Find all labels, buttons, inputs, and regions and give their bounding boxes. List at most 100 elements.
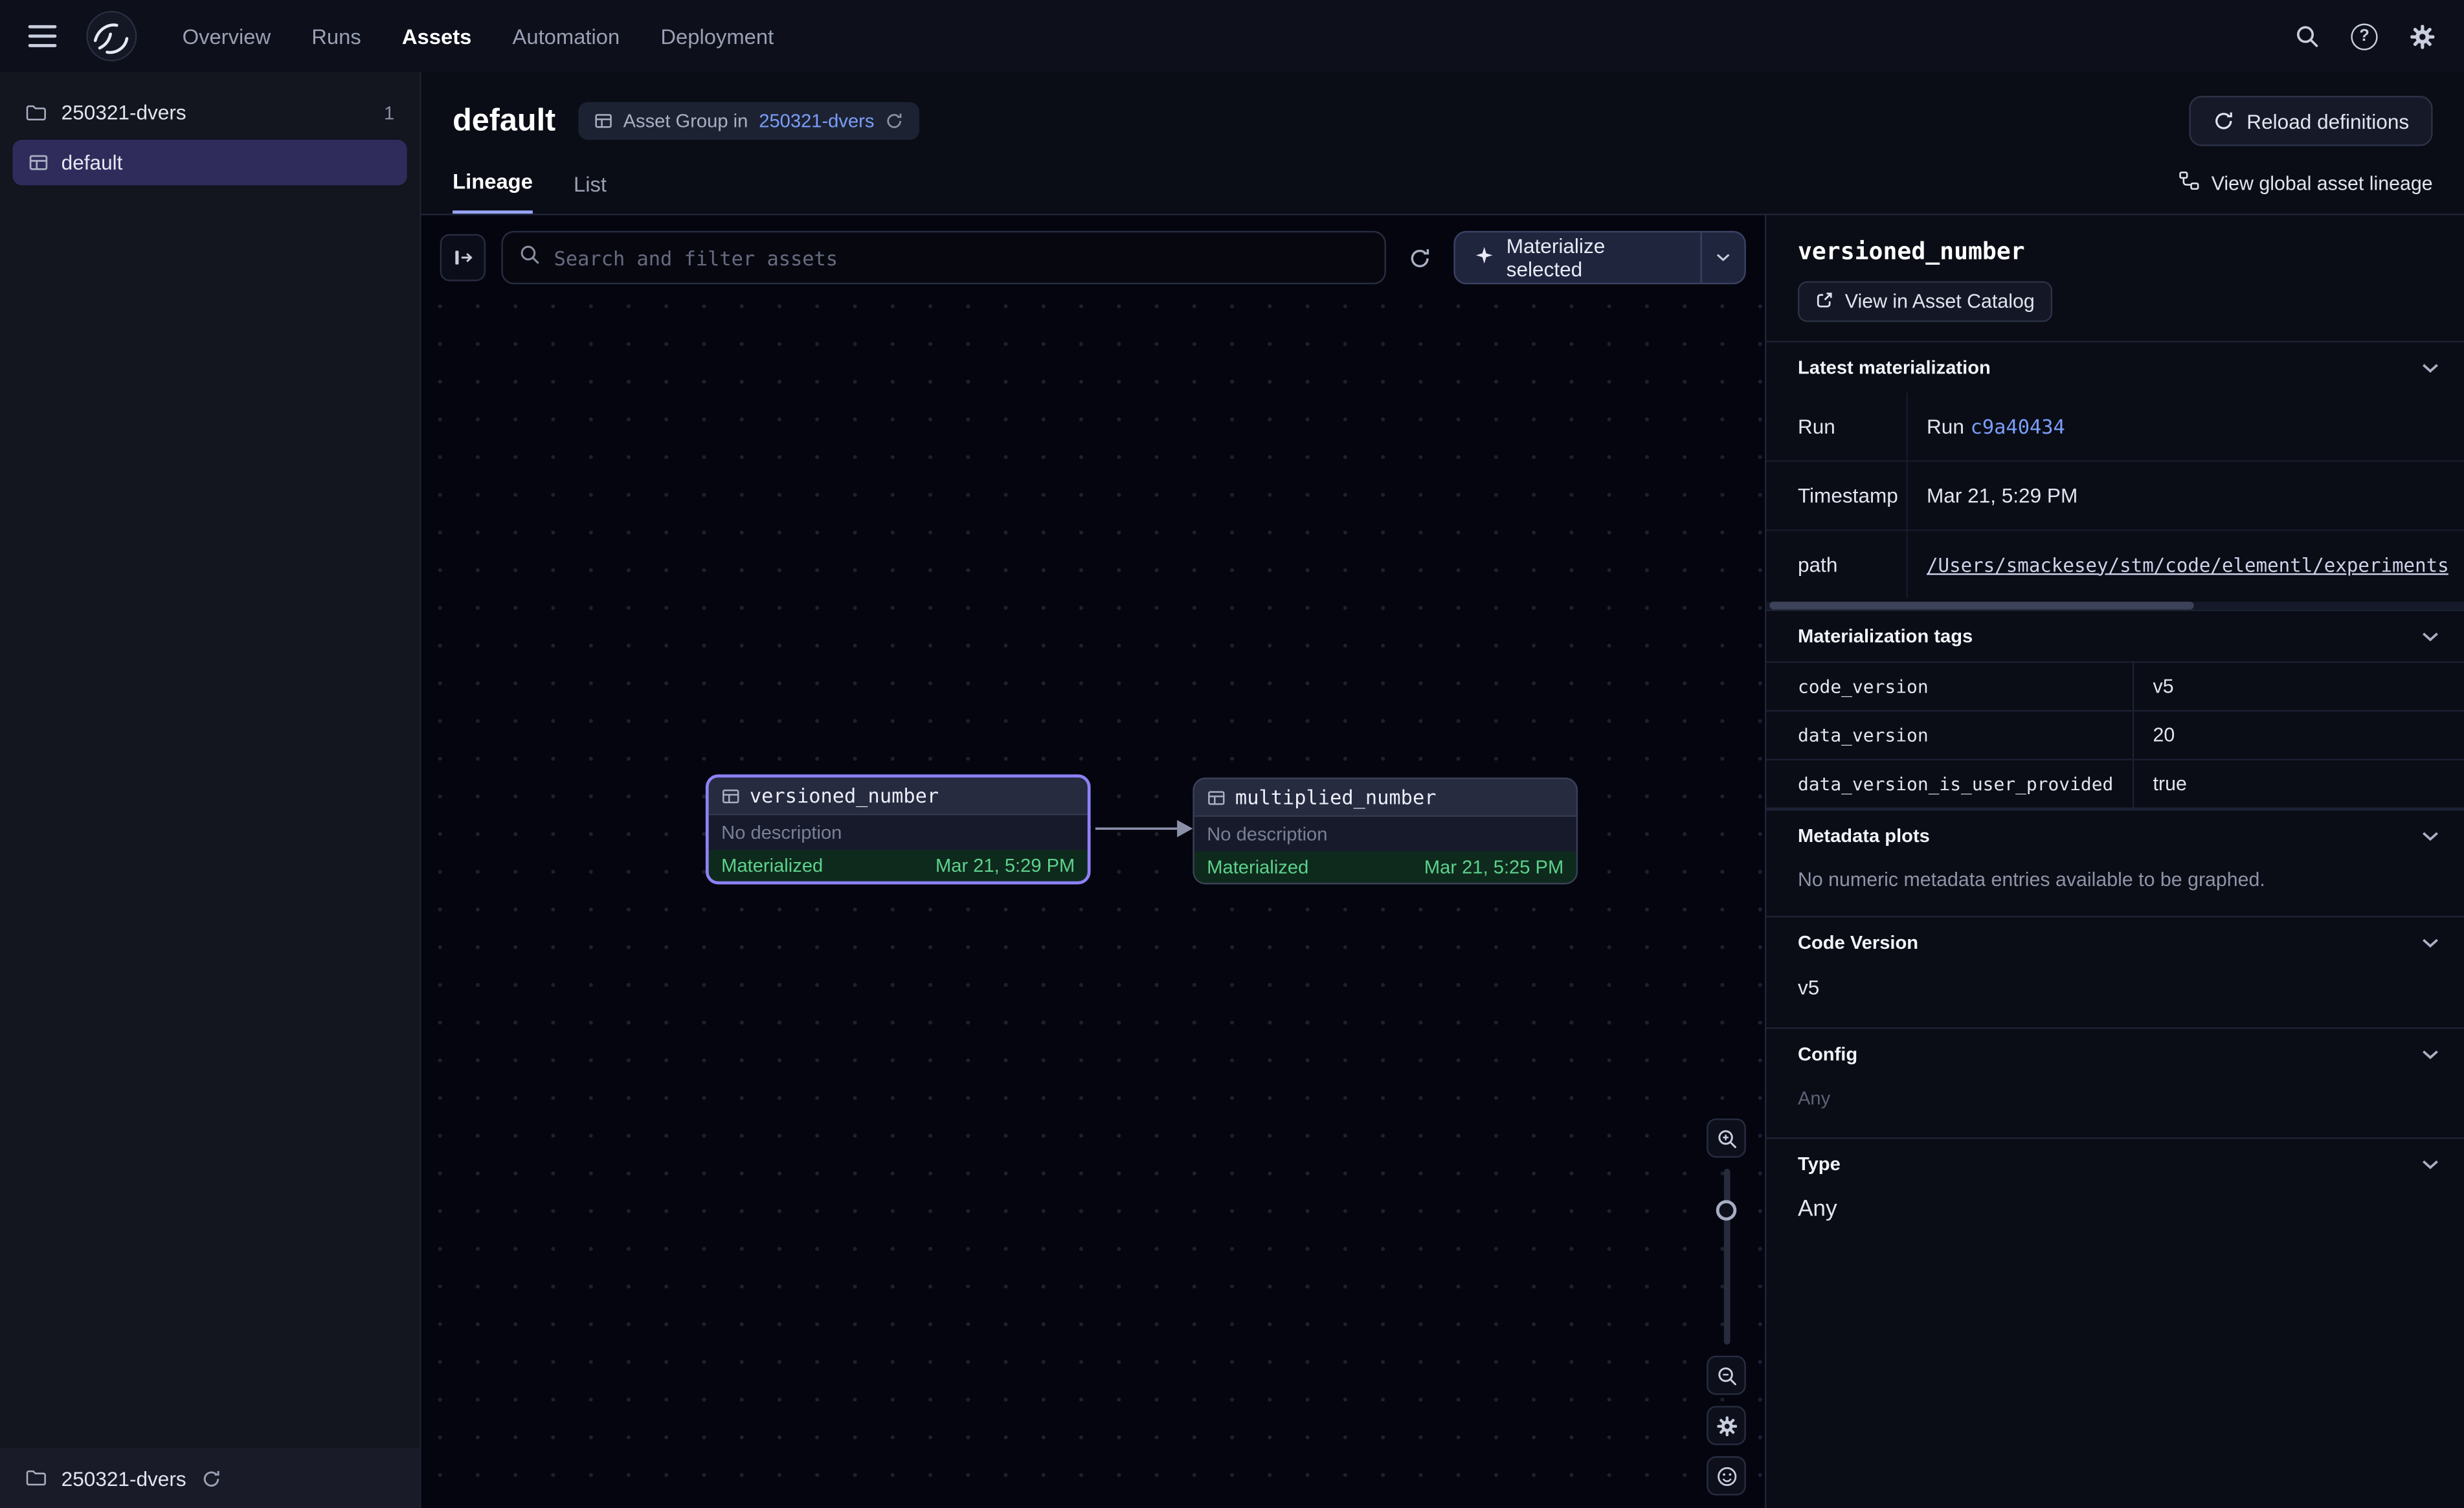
asset-table-icon (1207, 788, 1226, 806)
graph-settings-icon[interactable] (1707, 1406, 1746, 1445)
section-header-type[interactable]: Type (1766, 1139, 2464, 1190)
section-config: Config Any (1766, 1027, 2464, 1137)
sidebar-group-label: 250321-dvers (62, 100, 186, 124)
section-title: Latest materialization (1798, 357, 1991, 379)
metadata-plots-empty-message: No numeric metadata entries available to… (1766, 861, 2464, 916)
table-row: data_version_is_user_provided true (1766, 760, 2464, 809)
asset-node-multiplied-number[interactable]: multiplied_number No description Materia… (1193, 777, 1578, 884)
zoom-controls (1707, 1118, 1746, 1496)
nav-item-overview[interactable]: Overview (183, 25, 271, 48)
path-link[interactable]: /Users/smackesey/stm/code/elementl/exper… (1927, 554, 2448, 576)
top-nav-actions: ? (2294, 23, 2436, 49)
feedback-icon[interactable] (1707, 1456, 1746, 1496)
asset-status-badge: Materialized (1207, 856, 1308, 878)
help-icon[interactable]: ? (2351, 23, 2377, 49)
section-title: Type (1798, 1153, 1841, 1175)
section-header-latest-materialization[interactable]: Latest materialization (1766, 342, 2464, 393)
reload-definitions-label: Reload definitions (2246, 109, 2409, 133)
chevron-down-icon (2422, 1048, 2439, 1059)
folder-icon (25, 1467, 47, 1489)
latest-run-row: Run Run c9a40434 (1766, 393, 2464, 460)
tag-value: 20 (2134, 711, 2464, 759)
section-header-config[interactable]: Config (1766, 1029, 2464, 1080)
timestamp-value: Mar 21, 5:29 PM (1927, 484, 2078, 507)
lineage-icon (2178, 170, 2201, 196)
page-title: default (453, 103, 555, 139)
config-value: Any (1766, 1079, 2464, 1137)
hamburger-menu-icon[interactable] (28, 25, 57, 47)
asset-group-badge: Asset Group in 250321-dvers (577, 102, 920, 140)
search-input[interactable] (554, 246, 1368, 269)
materialize-selected-main[interactable]: Materialize selected (1455, 232, 1701, 283)
section-code-version: Code Version v5 (1766, 916, 2464, 1027)
dot-grid-background (421, 287, 1765, 1508)
sparkle-icon (1473, 245, 1494, 271)
asset-node-name: versioned_number (750, 784, 939, 807)
asset-search-box (502, 231, 1385, 285)
section-header-metadata-plots[interactable]: Metadata plots (1766, 810, 2464, 861)
horizontal-scrollbar-thumb[interactable] (1769, 602, 2193, 610)
zoom-slider-track (1723, 1169, 1730, 1345)
type-value: Any (1766, 1189, 2464, 1250)
graph-toolbar: Materialize selected (421, 216, 1765, 300)
row-label: Timestamp (1766, 462, 1907, 529)
folder-icon (25, 102, 47, 124)
chevron-down-icon (2422, 1159, 2439, 1170)
refresh-icon[interactable] (200, 1468, 221, 1489)
section-latest-materialization: Latest materialization Run Run c9a40434 (1766, 341, 2464, 610)
search-icon (519, 243, 541, 272)
sidebar-item-default[interactable]: default (12, 140, 407, 185)
horizontal-scrollbar (1766, 602, 2464, 610)
view-in-asset-catalog-button[interactable]: View in Asset Catalog (1798, 281, 2052, 322)
section-title: Code Version (1798, 931, 1918, 953)
dagster-logo[interactable] (85, 10, 139, 63)
code-location-footer: 250321-dvers (0, 1448, 420, 1508)
section-header-materialization-tags[interactable]: Materialization tags (1766, 611, 2464, 661)
chevron-down-icon (2422, 362, 2439, 373)
search-icon[interactable] (2294, 23, 2320, 49)
badge-prefix: Asset Group in (623, 110, 748, 132)
tag-key: code_version (1766, 663, 2134, 710)
nav-item-deployment[interactable]: Deployment (660, 25, 774, 48)
tag-value: true (2134, 760, 2464, 808)
tab-list[interactable]: List (574, 173, 607, 214)
sidebar-item-label: default (62, 151, 123, 174)
zoom-slider-handle[interactable] (1716, 1200, 1737, 1221)
expand-panel-icon[interactable] (440, 234, 487, 282)
section-title: Materialization tags (1798, 625, 1973, 647)
main-content: default Asset Group in 250321-dvers (421, 72, 2464, 1508)
top-nav: Overview Runs Assets Automation Deployme… (0, 0, 2464, 72)
refresh-graph-icon[interactable] (1401, 239, 1437, 276)
asset-group-icon (28, 152, 49, 173)
top-nav-links: Overview Runs Assets Automation Deployme… (183, 25, 774, 48)
asset-node-versioned-number[interactable]: versioned_number No description Material… (706, 775, 1091, 885)
refresh-icon[interactable] (885, 111, 904, 130)
row-label: path (1766, 531, 1907, 598)
nav-item-assets[interactable]: Assets (402, 25, 471, 48)
lineage-graph-canvas[interactable]: Materialize selected (421, 216, 1765, 1508)
badge-group-link[interactable]: 250321-dvers (759, 110, 874, 132)
code-location-label: 250321-dvers (62, 1467, 186, 1490)
sidebar-group-row[interactable]: 250321-dvers 1 (0, 88, 420, 137)
asset-details-panel: versioned_number View in Asset Catalog L… (1765, 216, 2464, 1508)
view-global-lineage-link[interactable]: View global asset lineage (2178, 170, 2433, 214)
section-metadata-plots: Metadata plots No numeric metadata entri… (1766, 809, 2464, 916)
asset-node-name: multiplied_number (1235, 786, 1437, 809)
nav-item-automation[interactable]: Automation (512, 25, 620, 48)
zoom-in-icon[interactable] (1707, 1118, 1746, 1158)
settings-icon[interactable] (2409, 23, 2436, 49)
asset-table-icon (721, 786, 740, 805)
materialize-selected-label: Materialize selected (1506, 234, 1682, 282)
latest-path-row: path /Users/smackesey/stm/code/elementl/… (1766, 529, 2464, 599)
asset-group-icon (593, 111, 612, 130)
section-header-code-version[interactable]: Code Version (1766, 917, 2464, 968)
tags-table: code_version v5 data_version 20 data_ver… (1766, 661, 2464, 809)
nav-item-runs[interactable]: Runs (311, 25, 361, 48)
materialize-options-caret[interactable] (1700, 232, 1744, 283)
run-id-link[interactable]: c9a40434 (1971, 415, 2065, 438)
chevron-down-icon (2422, 937, 2439, 948)
zoom-out-icon[interactable] (1707, 1356, 1746, 1395)
reload-definitions-button[interactable]: Reload definitions (2188, 96, 2432, 146)
asset-status-badge: Materialized (721, 854, 823, 876)
tab-lineage[interactable]: Lineage (453, 170, 533, 214)
